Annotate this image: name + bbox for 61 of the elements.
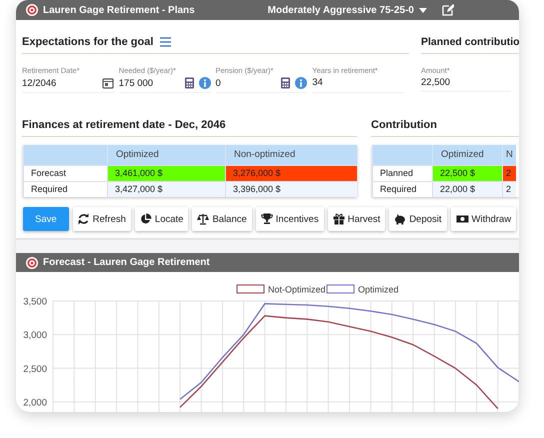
trophy-icon — [260, 213, 273, 225]
axis-tick-label: 2,000 — [23, 397, 47, 408]
table-cell: 3,427,000 $ — [107, 181, 225, 197]
menu-icon[interactable] — [160, 37, 172, 47]
field-value: 175 000 — [118, 78, 154, 88]
action-button[interactable]: Balance — [192, 207, 252, 231]
action-button[interactable]: Harvest — [328, 207, 386, 231]
target-logo-icon — [26, 4, 38, 16]
table-cell: 2 — [502, 181, 516, 197]
field-value: 0 — [216, 78, 222, 88]
column-header: Optimized — [107, 145, 225, 165]
corner-header-cell — [372, 145, 432, 165]
calculator-icon[interactable] — [184, 77, 194, 89]
panel-title: Forecast - Lauren Gage Retirement — [43, 257, 210, 268]
section-title: Finances at retirement date - Dec, 2046 — [22, 117, 357, 137]
info-icon[interactable] — [295, 77, 308, 89]
row-label: Required — [23, 181, 107, 197]
edit-icon[interactable] — [442, 4, 454, 16]
axis-tick-label: 3,000 — [23, 330, 47, 342]
legend-label: Not-Optimized — [268, 284, 326, 294]
profile-dropdown[interactable]: Moderately Aggressive 75-25-0 — [268, 4, 427, 16]
row-label: Forecast — [23, 165, 107, 181]
field-value: 12/2046 — [22, 78, 58, 88]
axis-tick-label: 3,500 — [23, 296, 47, 308]
action-button[interactable]: Incentives — [256, 207, 324, 231]
info-icon[interactable] — [198, 77, 210, 89]
balance-scale-icon — [197, 213, 210, 225]
field-value: 22,500 — [421, 77, 452, 88]
legend-swatch — [326, 284, 354, 294]
banknote-icon — [456, 213, 469, 225]
table-cell: 3,276,000 $ — [225, 165, 357, 181]
table-cell: 3,396,000 $ — [225, 181, 357, 197]
row-label: Planned — [372, 165, 432, 181]
table-cell: 22,000 $ — [432, 181, 502, 197]
gift-icon — [332, 213, 345, 225]
calendar-icon[interactable] — [102, 77, 114, 89]
table-cell: 2 — [502, 165, 516, 181]
section-title: Planned contributio — [421, 36, 519, 48]
field-value: 34 — [312, 77, 324, 88]
section-title: Contribution — [371, 117, 519, 137]
column-header: Optimized — [432, 145, 502, 165]
row-label: Required — [372, 181, 432, 197]
table-cell: 22,500 $ — [432, 165, 502, 181]
refresh-icon — [78, 213, 90, 225]
action-button[interactable]: Withdraw — [450, 207, 516, 231]
action-button[interactable]: Deposit — [389, 207, 447, 231]
section-title: Expectations for the goal — [22, 36, 154, 48]
legend-label: Optimized — [358, 284, 399, 294]
action-button[interactable]: Locate — [134, 207, 188, 231]
axis-tick-label: 2,500 — [23, 364, 47, 375]
calculator-icon[interactable] — [280, 77, 292, 89]
table-cell: 3,461,000 $ — [107, 165, 225, 181]
caret-icon — [419, 8, 427, 12]
action-button[interactable]: Refresh — [72, 207, 131, 231]
target-logo-icon — [26, 256, 38, 268]
piggy-bank-icon — [394, 213, 406, 225]
window-title: Lauren Gage Retirement - Plans — [43, 4, 195, 16]
pie-chart-icon — [140, 213, 152, 225]
column-header: N — [502, 145, 516, 165]
legend-swatch — [236, 284, 264, 294]
column-header: Non-optimized — [225, 145, 357, 165]
